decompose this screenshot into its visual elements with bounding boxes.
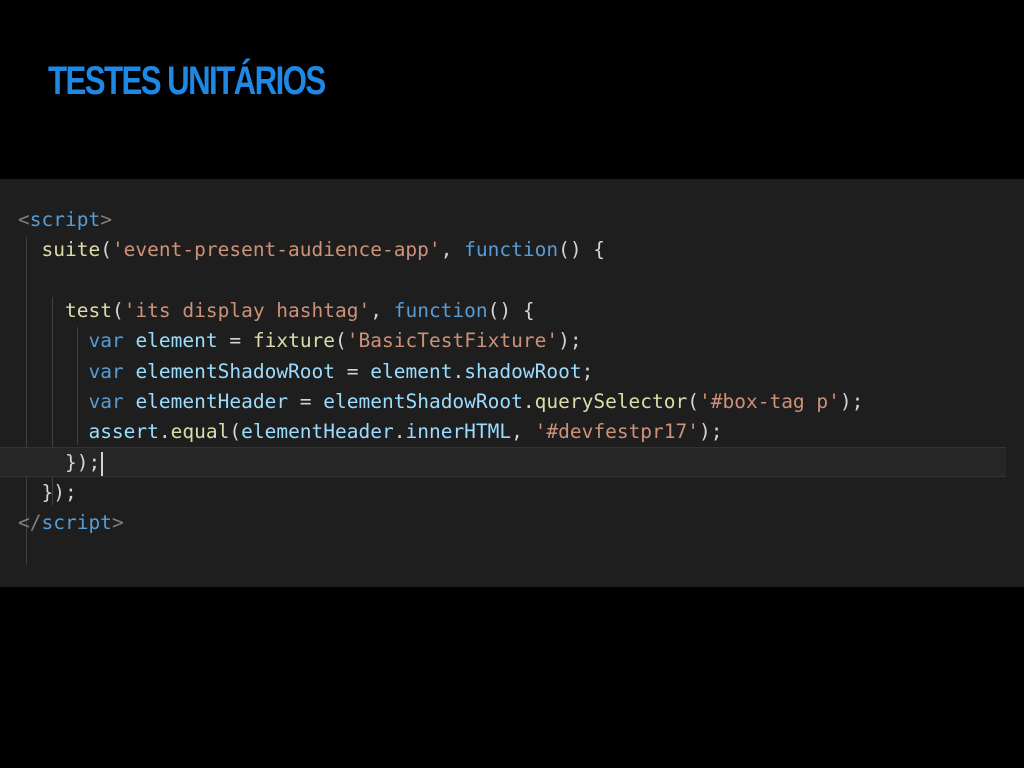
code-token: elementShadowRoot — [323, 389, 523, 413]
code-token: </ — [18, 511, 42, 534]
code-token: '#box-tag p' — [699, 389, 840, 413]
code-token: }); — [64, 451, 101, 475]
code-line[interactable]: }); — [0, 478, 1024, 508]
code-token: test — [64, 298, 112, 322]
code-token: innerHTML — [405, 420, 512, 444]
code-token: elementShadowRoot — [135, 359, 336, 383]
code-token: fixture — [252, 329, 336, 353]
code-token: ( — [229, 420, 242, 444]
code-line[interactable]: var elementHeader = elementShadowRoot.qu… — [0, 387, 1024, 417]
code-token: ( — [100, 238, 112, 262]
code-token: script — [29, 208, 101, 231]
code-token: ; — [581, 359, 594, 383]
code-line[interactable]: <script> — [0, 205, 1024, 235]
code-token: querySelector — [534, 389, 688, 413]
code-token: 'event-present-audience-app' — [111, 238, 441, 262]
code-token: var — [88, 359, 124, 383]
code-token: () { — [487, 298, 535, 322]
code-token: . — [522, 389, 535, 413]
code-token: ); — [839, 389, 864, 413]
code-token: assert — [88, 420, 159, 444]
code-token: ( — [111, 298, 124, 322]
code-token: , — [511, 420, 535, 444]
code-line[interactable]: }); — [0, 447, 1006, 478]
code-token: = — [335, 359, 371, 383]
code-token: element — [135, 329, 218, 353]
code-token: > — [100, 208, 112, 231]
code-token: var — [88, 329, 124, 353]
code-editor-panel[interactable]: <script> suite('event-present-audience-a… — [0, 179, 1024, 587]
code-token: element — [370, 359, 453, 383]
code-token: shadowRoot — [464, 359, 582, 383]
code-token: , — [370, 298, 394, 322]
code-line[interactable]: assert.equal(elementHeader.innerHTML, '#… — [0, 417, 1024, 447]
code-token: () { — [558, 238, 606, 262]
code-token: ( — [335, 329, 347, 353]
code-token: , — [440, 238, 465, 262]
code-token: . — [393, 420, 406, 444]
code-token: 'BasicTestFixture' — [346, 329, 559, 353]
code-token: elementHeader — [135, 389, 289, 413]
code-token: elementHeader — [241, 420, 394, 444]
code-line[interactable]: </script> — [0, 508, 1024, 538]
code-token: suite — [41, 238, 101, 262]
code-line[interactable]: var elementShadowRoot = element.shadowRo… — [0, 357, 1024, 387]
code-line[interactable] — [0, 266, 1024, 296]
code-token: equal — [170, 420, 230, 444]
code-token: '#devfestpr17' — [534, 420, 700, 444]
slide: TESTES UNITÁRIOS <script> suite('event-p… — [0, 0, 1024, 768]
code-token: . — [158, 420, 171, 444]
code-token: > — [111, 511, 124, 534]
code-token: ( — [687, 389, 700, 413]
code-line[interactable]: test('its display hashtag', function() { — [0, 296, 1024, 326]
code-token: < — [18, 208, 30, 231]
code-line[interactable]: var element = fixture('BasicTestFixture'… — [0, 326, 1024, 356]
code-token: ); — [699, 420, 723, 444]
text-cursor — [101, 451, 104, 476]
code-token: script — [41, 511, 112, 534]
code-token: function — [393, 298, 488, 322]
code-token: = — [217, 329, 253, 353]
code-token: ); — [558, 329, 582, 353]
code-token: var — [88, 389, 124, 413]
code-token: function — [464, 238, 559, 262]
slide-title: TESTES UNITÁRIOS — [48, 59, 326, 103]
code-line[interactable]: suite('event-present-audience-app', func… — [0, 235, 1024, 265]
code-token: }); — [41, 480, 77, 504]
code-token: . — [452, 359, 465, 383]
code-token: = — [288, 389, 324, 413]
code-token: 'its display hashtag' — [123, 298, 371, 322]
